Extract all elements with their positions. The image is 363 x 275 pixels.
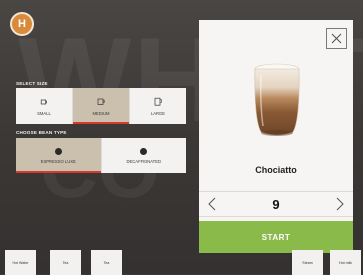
bean-type-label: CHOOSE BEAN TYPE [16, 130, 67, 135]
size-option-large[interactable]: LARGE [130, 88, 186, 124]
decrease-button[interactable] [199, 192, 225, 216]
quantity-value: 9 [272, 196, 280, 212]
size-option-label: SMALL [37, 110, 51, 116]
bean-option-label: DECAFFEINATED [126, 158, 162, 164]
medium-cup-icon [97, 98, 105, 105]
hot-milk-button[interactable]: Hot milk [330, 250, 361, 275]
brand-logo-letter: H [18, 17, 26, 30]
coffee-bean-icon [54, 147, 62, 155]
bean-selector: ESPRESSO LUXE DECAFFEINATED [16, 138, 186, 173]
size-option-medium[interactable]: MEDIUM [73, 88, 130, 124]
tea-button-2[interactable]: Tea [91, 250, 122, 275]
large-cup-icon [154, 97, 162, 106]
chevron-right-icon [336, 197, 344, 211]
steam-button[interactable]: Steam [292, 250, 323, 275]
hot-water-button[interactable]: Hot Water [5, 250, 36, 275]
small-cup-icon [40, 99, 47, 104]
product-panel: Chociatto 9 START [199, 20, 353, 253]
size-option-label: LARGE [150, 110, 166, 116]
increase-button[interactable] [327, 192, 353, 216]
select-size-label: SELECT SIZE [16, 81, 48, 86]
coffee-bean-icon [140, 147, 148, 155]
tea-button[interactable]: Tea [50, 250, 81, 275]
chevron-left-icon [208, 197, 216, 211]
close-button[interactable] [326, 28, 347, 49]
bean-option-espresso[interactable]: ESPRESSO LUXE [16, 138, 102, 173]
size-option-label: MEDIUM [92, 110, 110, 116]
bean-option-decaf[interactable]: DECAFFEINATED [101, 138, 186, 173]
size-option-small[interactable]: SMALL [16, 88, 73, 124]
bean-option-label: ESPRESSO LUXE [40, 158, 76, 164]
drink-name: Chociatto [255, 165, 297, 175]
start-button[interactable]: START [199, 221, 353, 253]
quantity-stepper: 9 [199, 191, 353, 217]
brand-logo: H [10, 12, 34, 36]
drink-image [254, 63, 300, 136]
close-icon [331, 33, 342, 44]
size-selector: SMALL MEDIUM LARGE [16, 88, 186, 124]
